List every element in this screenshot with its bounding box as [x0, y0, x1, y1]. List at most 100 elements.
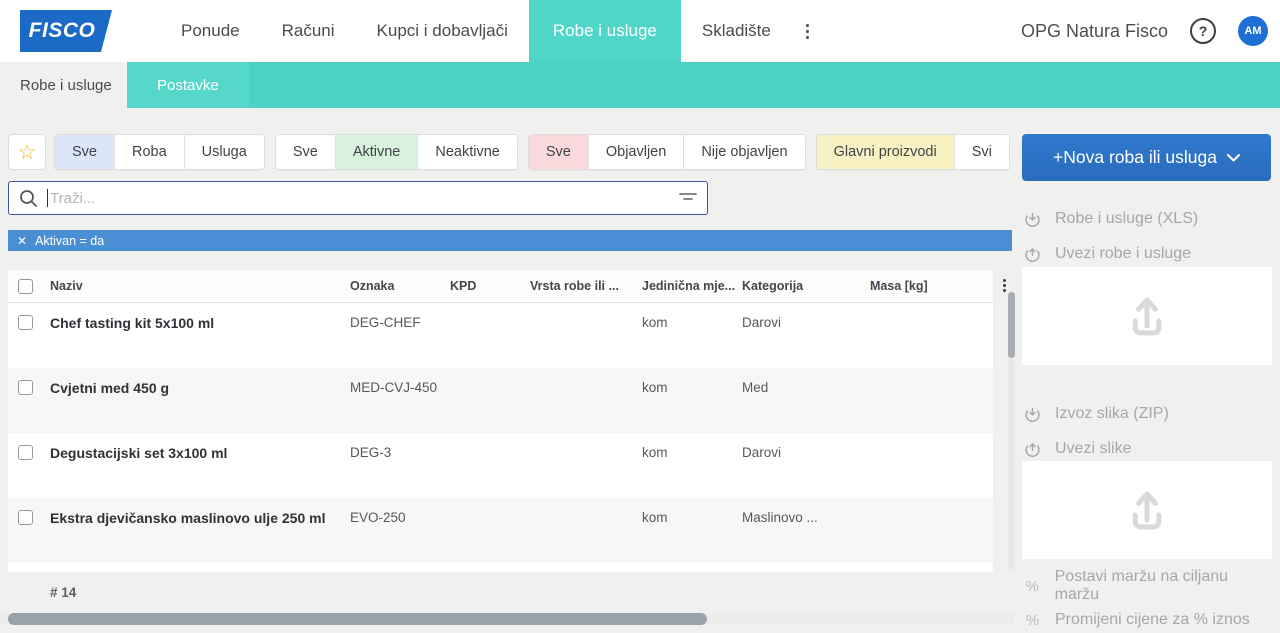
row-checkbox[interactable]	[18, 315, 33, 330]
navbar-right: OPG Natura Fisco ? AM	[1021, 0, 1280, 62]
import-images-label: Uvezi slike	[1055, 440, 1131, 458]
chip-close-icon[interactable]: ✕	[8, 234, 35, 248]
chip-label: Aktivan = da	[35, 234, 104, 248]
filter-active-neaktivne[interactable]: Neaktivne	[418, 135, 516, 169]
upload-tray-icon	[1120, 289, 1174, 343]
column-header-vrsta[interactable]: Vrsta robe ili ...	[530, 279, 642, 293]
percent-icon: %	[1024, 578, 1041, 595]
change-prices-link[interactable]: % Promijeni cijene za % iznos	[1024, 608, 1272, 632]
logo-text: FISCO	[20, 10, 112, 52]
percent-icon: %	[1024, 612, 1041, 629]
import-products-link[interactable]: Uvezi robe i usluge	[1024, 242, 1272, 266]
row-count: # 14	[50, 585, 76, 600]
nav-item-skladiste[interactable]: Skladište	[681, 0, 792, 62]
vertical-scrollbar-thumb[interactable]	[1008, 292, 1015, 358]
column-header-kategorija[interactable]: Kategorija	[742, 279, 870, 293]
table-row[interactable]: Ekstra djevičansko maslinovo ulje 250 ml…	[8, 498, 993, 563]
row-checkbox[interactable]	[18, 445, 33, 460]
column-header-oznaka[interactable]: Oznaka	[350, 279, 450, 293]
table-header: Naziv Oznaka KPD Vrsta robe ili ... Jedi…	[8, 270, 993, 303]
filter-published-nije-objavljen[interactable]: Nije objavljen	[684, 135, 804, 169]
row-checkbox[interactable]	[18, 510, 33, 525]
subnav-tab-postavke[interactable]: Postavke	[127, 62, 249, 108]
cell-jedinicna: kom	[642, 445, 742, 460]
select-all-checkbox[interactable]	[18, 279, 33, 294]
filter-published-objavljen[interactable]: Objavljen	[589, 135, 684, 169]
horizontal-scrollbar[interactable]	[0, 613, 1013, 625]
export-products-link[interactable]: Robe i usluge (XLS)	[1024, 207, 1272, 231]
cell-jedinicna: kom	[642, 510, 742, 525]
column-menu-icon[interactable]	[1003, 279, 1006, 292]
cell-oznaka: MED-CVJ-450	[350, 380, 450, 395]
fisco-logo[interactable]: FISCO	[20, 10, 112, 52]
export-images-label: Izvoz slika (ZIP)	[1055, 405, 1169, 423]
cell-oznaka: DEG-CHEF	[350, 315, 450, 330]
active-filter-chip: ✕ Aktivan = da	[8, 230, 1012, 251]
search-box	[8, 181, 708, 215]
text-caret	[47, 189, 48, 207]
cell-naziv: Ekstra djevičansko maslinovo ulje 250 ml	[50, 510, 350, 526]
set-margin-link[interactable]: % Postavi maržu na ciljanu maržu	[1024, 574, 1272, 598]
organization-name: OPG Natura Fisco	[1021, 21, 1168, 42]
upload-circle-icon	[1024, 441, 1041, 458]
column-header-jedinicna[interactable]: Jedinična mje...	[642, 279, 742, 293]
column-header-masa[interactable]: Masa [kg]	[870, 279, 988, 293]
filter-type-sve[interactable]: Sve	[55, 135, 115, 169]
user-avatar[interactable]: AM	[1238, 16, 1268, 46]
filter-main-glavni-proizvodi[interactable]: Glavni proizvodi	[817, 135, 955, 169]
nav-item-racuni[interactable]: Računi	[261, 0, 356, 62]
filter-type-roba[interactable]: Roba	[115, 135, 185, 169]
table-row[interactable]: Degustacijski set 3x100 ml DEG-3 kom Dar…	[8, 433, 993, 498]
subnav-bar: Robe i usluge Postavke	[0, 62, 1280, 108]
download-circle-icon	[1024, 406, 1041, 423]
table-row[interactable]: Chef tasting kit 5x100 ml DEG-CHEF kom D…	[8, 303, 993, 368]
change-prices-label: Promijeni cijene za % iznos	[1055, 611, 1250, 629]
upload-circle-icon	[1024, 246, 1041, 263]
main-nav: Ponude Računi Kupci i dobavljači Robe i …	[160, 0, 823, 62]
filter-published-sve[interactable]: Sve	[529, 135, 589, 169]
new-product-button[interactable]: +Nova roba ili usluga	[1022, 134, 1271, 181]
column-header-naziv[interactable]: Naziv	[50, 279, 350, 293]
chevron-down-icon	[1227, 154, 1240, 162]
upload-tray-icon	[1120, 483, 1174, 537]
filter-main-svi[interactable]: Svi	[955, 135, 1009, 169]
filter-group-active: Sve Aktivne Neaktivne	[275, 134, 518, 170]
top-navbar: FISCO Ponude Računi Kupci i dobavljači R…	[0, 0, 1280, 62]
cell-kategorija: Darovi	[742, 445, 870, 460]
filter-active-aktivne[interactable]: Aktivne	[336, 135, 419, 169]
filter-group-type: Sve Roba Usluga	[54, 134, 265, 170]
favorites-filter-button[interactable]: ☆	[8, 134, 46, 170]
help-icon[interactable]: ?	[1190, 18, 1216, 44]
cell-kategorija: Med	[742, 380, 870, 395]
import-images-link[interactable]: Uvezi slike	[1024, 437, 1272, 461]
search-input[interactable]	[50, 190, 679, 207]
cell-jedinicna: kom	[642, 315, 742, 330]
nav-item-ponude[interactable]: Ponude	[160, 0, 261, 62]
search-icon	[19, 189, 38, 208]
export-images-link[interactable]: Izvoz slika (ZIP)	[1024, 402, 1272, 426]
star-icon: ☆	[18, 142, 37, 163]
horizontal-scrollbar-thumb[interactable]	[8, 613, 707, 625]
cell-naziv: Degustacijski set 3x100 ml	[50, 445, 350, 461]
nav-item-robe-i-usluge[interactable]: Robe i usluge	[529, 0, 681, 62]
cell-naziv: Chef tasting kit 5x100 ml	[50, 315, 350, 331]
table-row[interactable]: Cvjetni med 450 g MED-CVJ-450 kom Med	[8, 368, 993, 433]
row-checkbox[interactable]	[18, 380, 33, 395]
nav-overflow-menu-icon[interactable]	[792, 0, 823, 62]
import-products-label: Uvezi robe i usluge	[1055, 245, 1191, 263]
filter-lines-icon[interactable]	[679, 191, 697, 205]
nav-item-kupci-i-dobavljaci[interactable]: Kupci i dobavljači	[356, 0, 529, 62]
subnav-tab-robe-i-usluge[interactable]: Robe i usluge	[0, 62, 127, 108]
cell-oznaka: DEG-3	[350, 445, 450, 460]
download-circle-icon	[1024, 211, 1041, 228]
vertical-scrollbar[interactable]	[1008, 290, 1015, 570]
cell-kategorija: Darovi	[742, 315, 870, 330]
set-margin-label: Postavi maržu na ciljanu maržu	[1055, 568, 1272, 604]
cell-kategorija: Maslinovo ...	[742, 510, 870, 525]
column-header-kpd[interactable]: KPD	[450, 279, 530, 293]
filter-type-usluga[interactable]: Usluga	[185, 135, 264, 169]
filter-active-sve[interactable]: Sve	[276, 135, 336, 169]
images-upload-dropzone[interactable]	[1022, 461, 1272, 559]
products-upload-dropzone[interactable]	[1022, 267, 1272, 365]
partial-row	[8, 563, 993, 572]
